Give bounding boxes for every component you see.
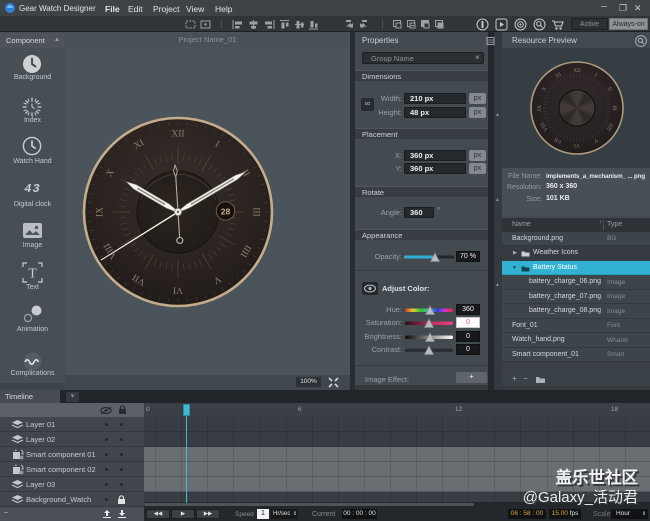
svg-text:28: 28 [221, 206, 231, 216]
svg-text:XII: XII [171, 130, 184, 140]
svg-text:IX: IX [536, 105, 542, 111]
svg-text:III: III [611, 105, 617, 111]
svg-text:T: T [28, 267, 37, 282]
svg-text:VI: VI [173, 285, 183, 295]
svg-text:III: III [251, 207, 261, 217]
svg-text:IX: IX [96, 207, 106, 217]
svg-text:XII: XII [573, 67, 581, 73]
svg-text:VI: VI [573, 142, 579, 148]
